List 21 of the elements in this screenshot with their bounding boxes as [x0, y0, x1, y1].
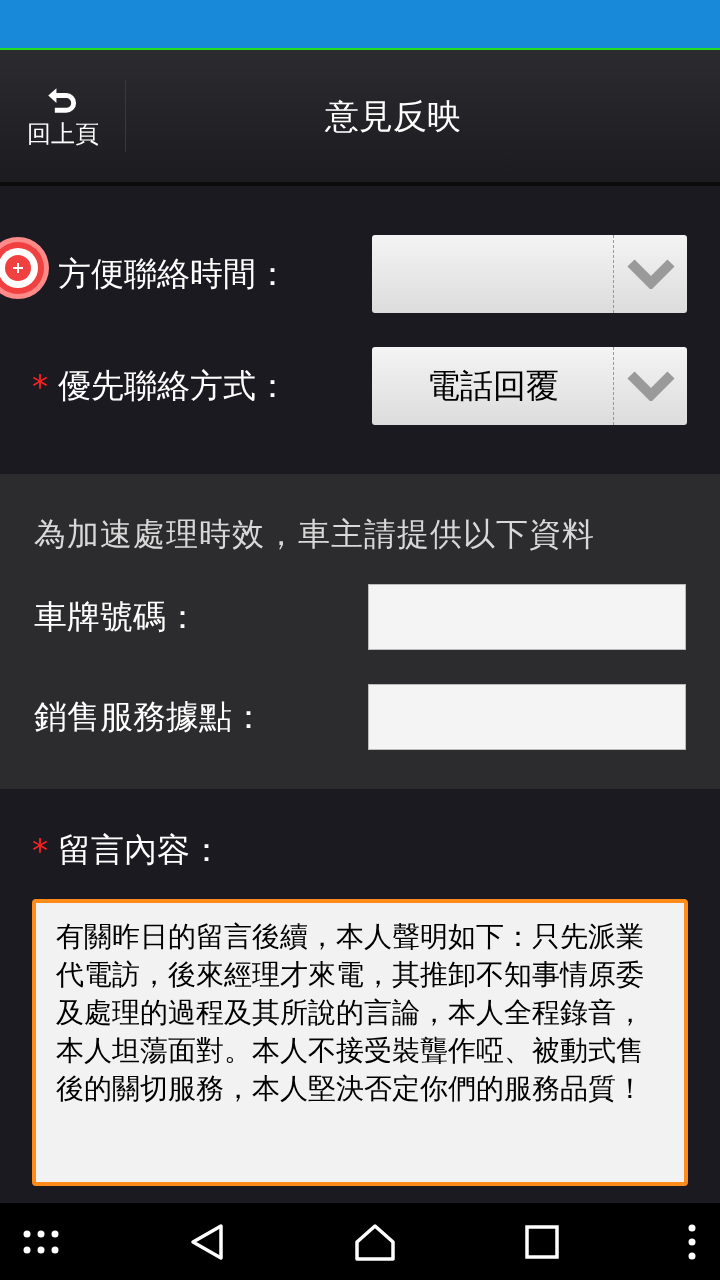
message-textarea[interactable]: 有關昨日的留言後續，本人聲明如下：只先派業代電訪，後來經理才來電，其推卸不知事情原委及處理的過程及其所說的言論，本人全程錄音，本人坦蕩面對。本人不接受裝聾作啞、被動式售後的關切服務，本人堅決否定你們的服務品質！	[32, 898, 688, 1186]
recent-apps-icon[interactable]	[523, 1223, 560, 1260]
field-label: 銷售服務據點：	[34, 696, 265, 739]
dropdown[interactable]: 電話回覆	[372, 347, 687, 425]
home-icon[interactable]	[353, 1221, 397, 1262]
field-label: 優先聯絡方式：	[58, 365, 290, 408]
chevron-down-icon	[626, 371, 675, 401]
back-button[interactable]: 回上頁	[0, 80, 126, 152]
input-field[interactable]	[368, 584, 686, 650]
input-field[interactable]	[368, 684, 686, 750]
field-label: 留言內容：	[58, 829, 223, 871]
chevron-down-icon	[626, 259, 675, 289]
floating-record-icon[interactable]	[0, 236, 50, 300]
notice-text: 為加速處理時效，車主請提供以下資料	[34, 514, 596, 555]
required-asterisk: *	[32, 833, 48, 866]
dropdown[interactable]	[372, 235, 687, 313]
message-text: 有關昨日的留言後續，本人聲明如下：只先派業代電訪，後來經理才來電，其推卸不知事情原委及處理的過程及其所說的言論，本人全程錄音，本人坦蕩面對。本人不接受裝聾作啞、被動式售後的關切服務，本人堅決否定你們的服務品質！	[56, 918, 645, 1106]
field-label: 方便聯絡時間：	[58, 253, 290, 296]
required-asterisk: *	[32, 370, 48, 402]
page-title: 意見反映	[325, 94, 461, 138]
field-label: 車牌號碼：	[34, 596, 199, 639]
